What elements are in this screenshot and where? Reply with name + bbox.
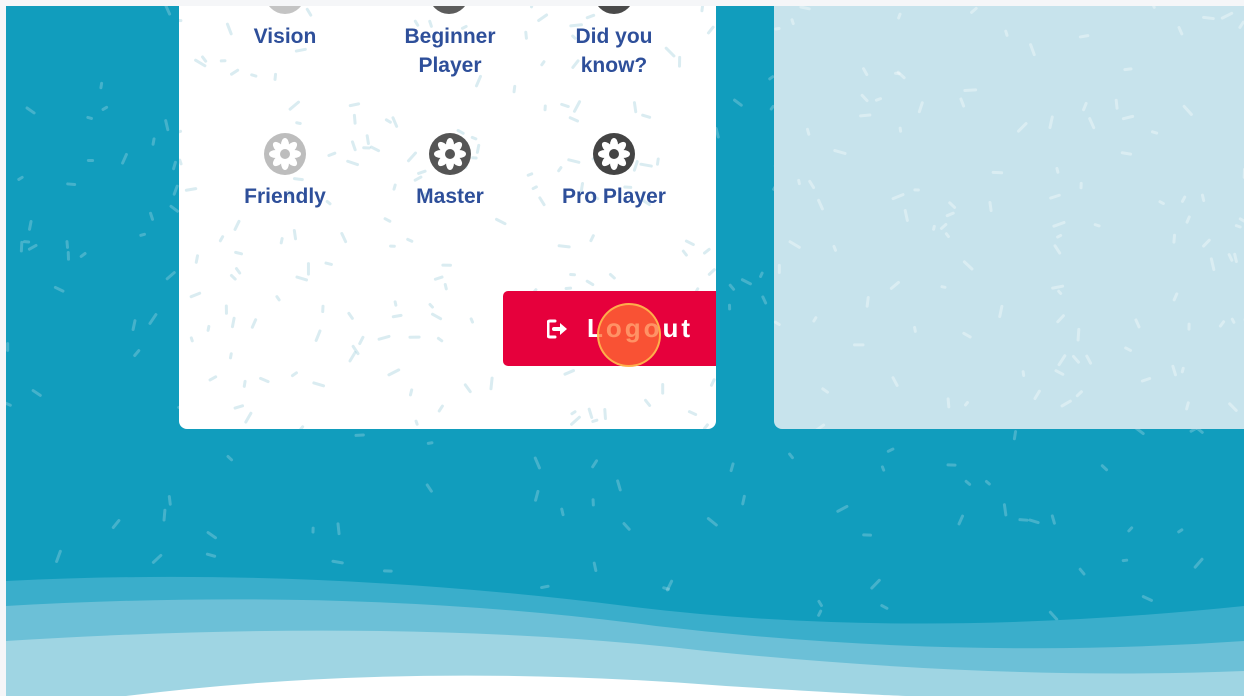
badge-label: Friendly	[244, 185, 326, 208]
badge-master[interactable]: Master	[385, 132, 515, 211]
badge-vision[interactable]: Vision	[220, 22, 350, 51]
badge-label: Pro Player	[562, 185, 666, 208]
badge-beginner-player[interactable]: Beginner Player	[385, 22, 515, 80]
side-panel	[774, 6, 1244, 429]
badge-label: know?	[580, 54, 648, 77]
logout-icon	[546, 319, 569, 339]
badge-label: Master	[416, 185, 484, 208]
profile-card: Vision Beginner Player Did you know? Fri…	[179, 6, 716, 429]
badge-friendly[interactable]: Friendly	[220, 132, 350, 211]
badge-did-you-know[interactable]: Did you know?	[549, 22, 679, 80]
badge-flower-icon	[264, 133, 306, 175]
badge-pro-player[interactable]: Pro Player	[549, 132, 679, 211]
logout-button[interactable]: Logout	[503, 291, 716, 366]
badge-label: Vision	[253, 25, 317, 48]
badge-flower-icon	[429, 133, 471, 175]
wave-decoration	[6, 576, 1244, 696]
badge-label: Did you	[575, 25, 653, 48]
page-background: Vision Beginner Player Did you know? Fri…	[6, 6, 1244, 696]
badge-flower-icon	[593, 133, 635, 175]
panel-sprinkle-pattern	[774, 6, 1244, 429]
logout-label: Logout	[586, 313, 694, 343]
badge-label: Player	[418, 54, 482, 77]
badge-label: Beginner	[404, 25, 496, 48]
